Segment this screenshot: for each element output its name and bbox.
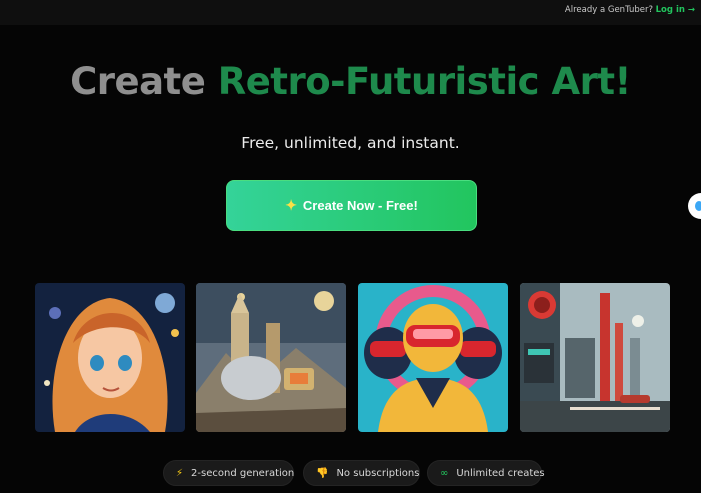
- feature-label-unlimited: Unlimited creates: [456, 467, 545, 479]
- droplet-icon: [695, 201, 701, 211]
- gallery-image-astronauts-pop-art[interactable]: [358, 283, 508, 432]
- floating-widget-button[interactable]: [688, 193, 701, 219]
- lightning-icon: ⚡: [176, 467, 184, 479]
- feature-pill-no-subscriptions: 👎 No subscriptions: [303, 460, 420, 486]
- gallery-image-futuristic-street[interactable]: [520, 283, 670, 432]
- feature-pill-unlimited: ∞ Unlimited creates: [427, 460, 545, 486]
- gallery-image-retro-alien-city[interactable]: [196, 283, 346, 432]
- headline-part-1: Create: [70, 60, 206, 103]
- login-link[interactable]: Log in →: [656, 5, 695, 15]
- headline-part-2: Retro-Futuristic Art!: [217, 60, 632, 103]
- feature-label-no-subscriptions: No subscriptions: [336, 467, 420, 479]
- retro-alien-city-illustration: [196, 283, 346, 432]
- infinity-icon: ∞: [440, 467, 449, 479]
- sparkles-icon: ✦: [285, 197, 297, 213]
- hero-subtitle: Free, unlimited, and instant.: [241, 134, 460, 152]
- feature-pill-speed: ⚡ 2-second generation: [163, 460, 294, 486]
- anime-space-girl-illustration: [35, 283, 185, 432]
- create-now-label: Create Now - Free!: [302, 198, 418, 213]
- existing-user-question: Already a GenTuber?: [564, 5, 653, 15]
- gallery-image-anime-space-girl[interactable]: [35, 283, 185, 432]
- feature-label-speed: 2-second generation: [191, 467, 295, 479]
- top-bar: Already a GenTuber? Log in →: [0, 0, 701, 25]
- create-now-button[interactable]: ✦ Create Now - Free!: [226, 180, 477, 231]
- futuristic-street-illustration: [520, 283, 670, 432]
- astronauts-pop-art-illustration: [358, 283, 508, 432]
- hero-headline: Create Retro-Futuristic Art!: [0, 60, 701, 104]
- feature-pills: ⚡ 2-second generation 👎 No subscriptions…: [0, 460, 701, 486]
- thumbs-down-icon: 👎: [316, 467, 329, 479]
